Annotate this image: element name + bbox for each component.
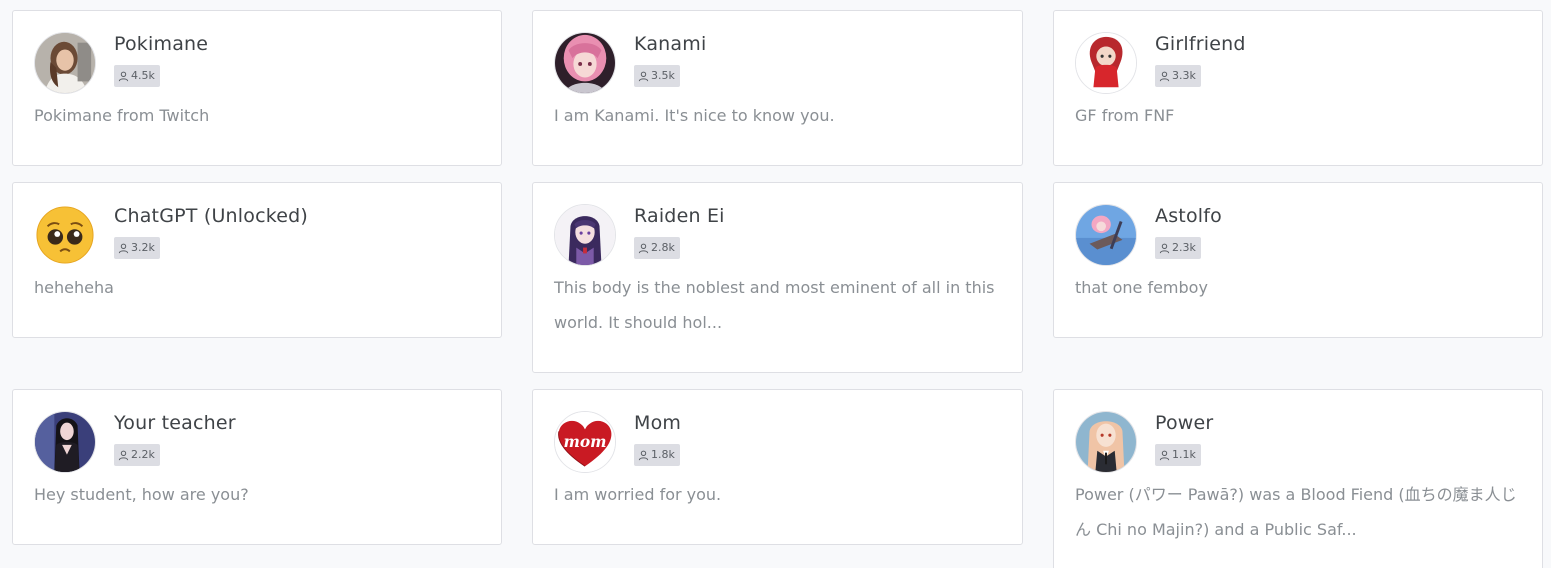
chat-count: 2.3k bbox=[1172, 241, 1196, 254]
photo-avatar-icon bbox=[34, 32, 96, 94]
chat-count: 4.5k bbox=[131, 69, 155, 82]
character-description: heheheha bbox=[34, 278, 114, 297]
character-description: Power (パワー Pawā?) was a Blood Fiend (血ちの… bbox=[1075, 485, 1517, 539]
character-card-pokimane[interactable]: Pokimane 4.5k Pokimane from Twitch bbox=[12, 10, 502, 166]
character-card-girlfriend[interactable]: Girlfriend 3.3k GF from FNF bbox=[1053, 10, 1543, 166]
user-icon bbox=[638, 71, 649, 82]
character-name: Mom bbox=[634, 412, 682, 434]
character-card-mom[interactable]: mom Mom 1.8k I am worried for you. bbox=[532, 389, 1023, 545]
chat-count-badge: 2.3k bbox=[1155, 237, 1201, 259]
chat-count: 1.1k bbox=[1172, 448, 1196, 461]
chat-count: 3.5k bbox=[651, 69, 675, 82]
chat-count-badge: 3.2k bbox=[114, 237, 160, 259]
character-description: I am Kanami. It's nice to know you. bbox=[554, 106, 835, 125]
svg-text:mom: mom bbox=[563, 432, 606, 451]
chat-count: 3.2k bbox=[131, 241, 155, 254]
character-name: Pokimane bbox=[114, 33, 209, 55]
character-description: I am worried for you. bbox=[554, 485, 722, 504]
chat-count: 2.2k bbox=[131, 448, 155, 461]
character-card-your-teacher[interactable]: Your teacher 2.2k Hey student, how are y… bbox=[12, 389, 502, 545]
chat-count: 2.8k bbox=[651, 241, 675, 254]
character-grid: Pokimane 4.5k Pokimane from Twitch Kanam… bbox=[0, 0, 1551, 568]
anime-character-avatar-icon bbox=[1075, 411, 1137, 473]
character-card-power[interactable]: Power 1.1k Power (パワー Pawā?) was a Blood… bbox=[1053, 389, 1543, 568]
cartoon-girl-avatar-icon bbox=[1075, 32, 1137, 94]
character-card-raiden-ei[interactable]: Raiden Ei 2.8k This body is the noblest … bbox=[532, 182, 1023, 373]
chat-count: 1.8k bbox=[651, 448, 675, 461]
character-description: Hey student, how are you? bbox=[34, 485, 249, 504]
character-description: that one femboy bbox=[1075, 278, 1208, 297]
chat-count-badge: 3.5k bbox=[634, 65, 680, 87]
character-name: Power bbox=[1155, 412, 1214, 434]
character-card-chatgpt-unlocked[interactable]: ChatGPT (Unlocked) 3.2k heheheha bbox=[12, 182, 502, 338]
chat-count: 3.3k bbox=[1172, 69, 1196, 82]
chat-count-badge: 4.5k bbox=[114, 65, 160, 87]
user-icon bbox=[118, 71, 129, 82]
anime-girl-avatar-icon bbox=[554, 32, 616, 94]
anime-girl-avatar-icon bbox=[554, 204, 616, 266]
chat-count-badge: 1.1k bbox=[1155, 444, 1201, 466]
heart-mom-avatar-icon: mom bbox=[554, 411, 616, 473]
user-icon bbox=[1159, 243, 1170, 254]
character-card-astolfo[interactable]: Astolfo 2.3k that one femboy bbox=[1053, 182, 1543, 338]
character-card-kanami[interactable]: Kanami 3.5k I am Kanami. It's nice to kn… bbox=[532, 10, 1023, 166]
character-name: Girlfriend bbox=[1155, 33, 1246, 55]
character-name: Raiden Ei bbox=[634, 205, 725, 227]
character-description: Pokimane from Twitch bbox=[34, 106, 210, 125]
user-icon bbox=[118, 450, 129, 461]
chat-count-badge: 1.8k bbox=[634, 444, 680, 466]
character-name: ChatGPT (Unlocked) bbox=[114, 205, 309, 227]
chat-count-badge: 2.8k bbox=[634, 237, 680, 259]
chat-count-badge: 3.3k bbox=[1155, 65, 1201, 87]
pleading-face-emoji-icon bbox=[34, 204, 96, 266]
user-icon bbox=[638, 243, 649, 254]
anime-woman-avatar-icon bbox=[34, 411, 96, 473]
character-description: GF from FNF bbox=[1075, 106, 1175, 125]
character-description: This body is the noblest and most eminen… bbox=[554, 278, 995, 332]
user-icon bbox=[638, 450, 649, 461]
user-icon bbox=[118, 243, 129, 254]
anime-character-avatar-icon bbox=[1075, 204, 1137, 266]
character-name: Kanami bbox=[634, 33, 707, 55]
user-icon bbox=[1159, 450, 1170, 461]
user-icon bbox=[1159, 71, 1170, 82]
chat-count-badge: 2.2k bbox=[114, 444, 160, 466]
character-name: Astolfo bbox=[1155, 205, 1222, 227]
character-name: Your teacher bbox=[114, 412, 236, 434]
